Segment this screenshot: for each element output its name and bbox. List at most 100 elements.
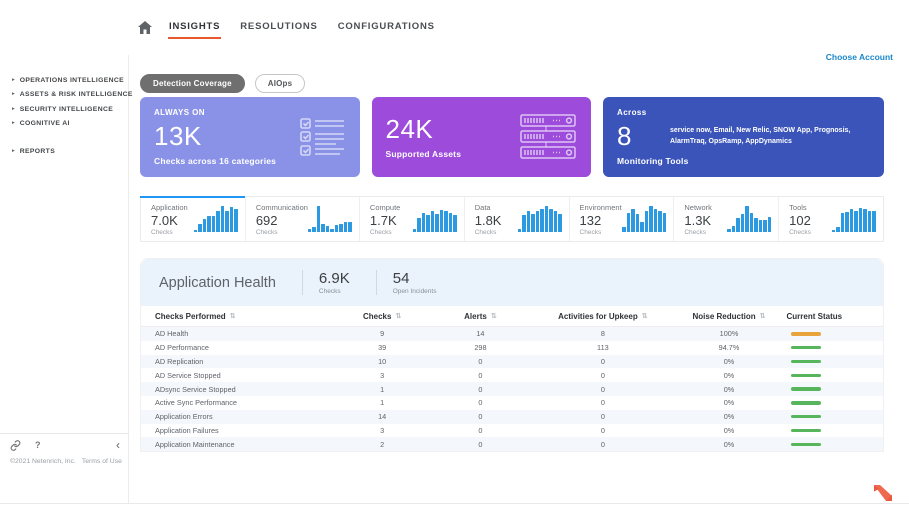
table-row-application-maintenance[interactable]: Application Maintenance 2 0 0 0% bbox=[141, 437, 883, 452]
value-cell: 2 bbox=[380, 439, 385, 449]
spark-bar bbox=[531, 213, 535, 232]
status-cell bbox=[787, 359, 883, 364]
value-cell: 39 bbox=[378, 343, 387, 353]
tab-text: Communication 692 Checks bbox=[256, 203, 308, 236]
sort-icon: ⇅ bbox=[395, 313, 402, 320]
spark-bar bbox=[421, 212, 426, 232]
value-cell: 9 bbox=[380, 329, 385, 339]
tab-application[interactable]: Application 7.0K Checks bbox=[140, 196, 246, 241]
tab-text: Network 1.3K Checks bbox=[684, 203, 712, 236]
tab-compute[interactable]: Compute 1.7K Checks bbox=[360, 197, 465, 241]
spark-bar bbox=[662, 213, 667, 232]
column-header-noise-reduction[interactable]: Noise Reduction ⇅ bbox=[672, 312, 787, 321]
status-cell bbox=[787, 428, 883, 433]
spark-bar bbox=[731, 226, 736, 232]
spark-bar bbox=[522, 215, 526, 232]
status-cell bbox=[787, 401, 883, 405]
spark-bar bbox=[202, 219, 207, 232]
table-row-ad-performance[interactable]: AD Performance 39 298 113 94.7% bbox=[141, 341, 883, 355]
status-cell bbox=[787, 387, 883, 391]
sparkline-bar-chart bbox=[193, 206, 238, 232]
status-cell bbox=[787, 332, 883, 336]
spark-bar bbox=[234, 209, 238, 232]
spark-bar bbox=[549, 208, 553, 232]
status-indicator-bar bbox=[790, 332, 821, 336]
tab-text: Application 7.0K Checks bbox=[151, 203, 188, 236]
card-eyebrow: ALWAYS ON bbox=[154, 108, 205, 117]
spark-bar bbox=[439, 209, 444, 232]
value-cell: 0% bbox=[723, 425, 735, 435]
sidebar-item-cognitive-ai[interactable]: ▸ COGNITIVE AI bbox=[12, 117, 128, 132]
value-cell: 3 bbox=[380, 425, 385, 435]
tab-tools[interactable]: Tools 102 Checks bbox=[779, 197, 883, 241]
status-indicator-bar bbox=[790, 345, 821, 350]
link-icon[interactable] bbox=[10, 439, 21, 451]
spark-bar bbox=[448, 212, 453, 232]
nav-item-insights[interactable]: INSIGHTS bbox=[168, 17, 222, 39]
sidebar-item-reports[interactable]: ▸ REPORTS bbox=[12, 144, 128, 159]
aiops-pill[interactable]: AIOps bbox=[254, 74, 306, 93]
table-row-application-errors[interactable]: Application Errors 14 0 0 0% bbox=[141, 409, 883, 424]
spark-bar bbox=[626, 212, 631, 232]
card-middle-row: 8 service now, Email, New Relic, SNOW Ap… bbox=[617, 122, 870, 151]
value-cell: 0 bbox=[478, 412, 483, 422]
expand-arrow-icon: ▸ bbox=[12, 76, 15, 83]
column-header-checks[interactable]: Checks ⇅ bbox=[338, 312, 427, 321]
table-row-adsync-service-stopped[interactable]: ADsync Service Stopped 1 0 0 0% bbox=[141, 382, 883, 396]
detection-coverage-pill[interactable]: Detection Coverage bbox=[140, 74, 245, 93]
tab-data[interactable]: Data 1.8K Checks bbox=[465, 197, 570, 241]
spark-bar bbox=[745, 206, 749, 232]
spark-bar bbox=[553, 211, 558, 232]
value-cell: 94.7% bbox=[718, 343, 740, 353]
table-row-ad-replication[interactable]: AD Replication 10 0 0 0% bbox=[141, 354, 883, 369]
value-cell: 1 bbox=[380, 384, 385, 394]
table-row-ad-health[interactable]: AD Health 9 14 8 100% bbox=[141, 327, 883, 341]
column-header-checks-performed[interactable]: Checks Performed ⇅ bbox=[141, 312, 338, 321]
tab-network[interactable]: Network 1.3K Checks bbox=[674, 197, 780, 241]
sidebar-item-label: REPORTS bbox=[19, 147, 56, 155]
spark-bar bbox=[540, 208, 544, 232]
tab-environment[interactable]: Environment 132 Checks bbox=[570, 197, 675, 241]
table-row-ad-service-stopped[interactable]: AD Service Stopped 3 0 0 0% bbox=[141, 368, 883, 382]
value-cell: 0 bbox=[600, 425, 605, 435]
spark-bar bbox=[863, 208, 867, 232]
sidebar-item-security-intelligence[interactable]: ▸ SECURITY INTELLIGENCE bbox=[12, 102, 128, 117]
help-icon[interactable]: ? bbox=[35, 440, 41, 450]
tab-text: Compute 1.7K Checks bbox=[370, 203, 400, 236]
nav-item-resolutions[interactable]: RESOLUTIONS bbox=[239, 17, 318, 39]
value-cell: 0 bbox=[600, 384, 605, 394]
home-button[interactable] bbox=[138, 21, 152, 34]
spark-bar bbox=[736, 217, 740, 232]
spark-bar bbox=[640, 222, 644, 232]
spark-bar bbox=[220, 206, 225, 232]
nav-item-configurations[interactable]: CONFIGURATIONS bbox=[337, 17, 436, 39]
column-header-alerts[interactable]: Alerts ⇅ bbox=[427, 312, 535, 321]
collapse-sidebar-icon[interactable]: ‹ bbox=[116, 438, 120, 452]
table-row-application-failures[interactable]: Application Failures 3 0 0 0% bbox=[141, 424, 883, 438]
spark-bar bbox=[740, 213, 745, 232]
tab-label: Environment bbox=[579, 202, 622, 212]
spark-bar bbox=[193, 229, 198, 232]
value-cell: 14 bbox=[378, 412, 387, 422]
category-tabs: Application 7.0K Checks Communication 692 Che… bbox=[140, 196, 884, 242]
terms-of-use-link[interactable]: Terms of Use bbox=[82, 458, 122, 465]
tab-communication[interactable]: Communication 692 Checks bbox=[246, 197, 360, 241]
column-header-activities-for-upkeep[interactable]: Activities for Upkeep ⇅ bbox=[534, 312, 671, 321]
choose-account-link[interactable]: Choose Account bbox=[826, 52, 893, 62]
sidebar-item-operations-intelligence[interactable]: ▸ OPERATIONS INTELLIGENCE bbox=[12, 73, 128, 88]
spark-bar bbox=[867, 210, 872, 232]
sparkline-bar-chart bbox=[831, 206, 876, 232]
tab-text: Data 1.8K Checks bbox=[475, 203, 502, 236]
stat-label: Open Incidents bbox=[392, 288, 437, 295]
table-row-active-sync-performance[interactable]: Active Sync Performance 1 0 0 0% bbox=[141, 396, 883, 410]
sidebar-item-assets-risk-intelligence[interactable]: ▸ ASSETS & RISK INTELLIGENCE bbox=[12, 88, 132, 103]
column-label: Current Status bbox=[786, 311, 843, 321]
sidebar-item-label: OPERATIONS INTELLIGENCE bbox=[19, 76, 124, 84]
tab-value: 1.8K bbox=[474, 212, 502, 228]
stat-value: 54 bbox=[392, 270, 410, 287]
status-indicator-bar bbox=[790, 401, 821, 405]
value-cell: 0 bbox=[478, 398, 483, 408]
spark-bar bbox=[858, 208, 863, 232]
home-icon bbox=[138, 21, 152, 34]
stat-value: 6.9K bbox=[318, 270, 350, 287]
